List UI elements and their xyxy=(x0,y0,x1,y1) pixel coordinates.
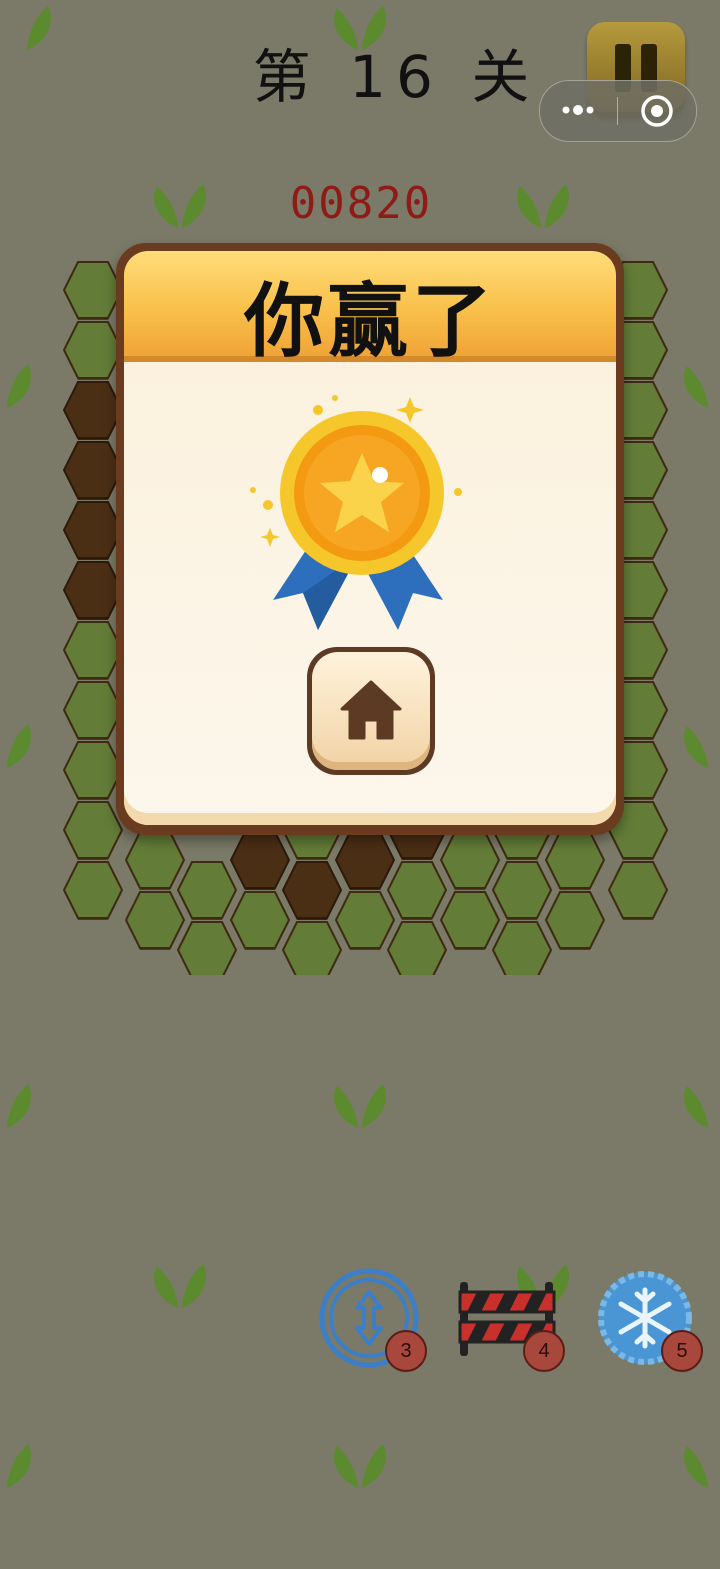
background-leaf-icon xyxy=(684,726,708,768)
background-leaf-icon xyxy=(7,1444,31,1488)
background-leaf-icon xyxy=(684,1086,708,1128)
background-leaf-icon xyxy=(684,1446,708,1488)
background-leaf-icon xyxy=(684,366,708,408)
barrier-powerup-button[interactable]: 4 xyxy=(457,1268,565,1372)
dialog-header: 你赢了 xyxy=(124,251,616,368)
background-leaf-icon xyxy=(7,724,31,768)
background-leaf-icon xyxy=(7,364,31,408)
home-icon xyxy=(340,680,402,740)
background-leaf-icon xyxy=(334,1084,386,1128)
freeze-powerup-button[interactable]: 5 xyxy=(595,1268,703,1372)
background-leaf-icon xyxy=(154,1264,206,1308)
background-leaf-icon xyxy=(7,1084,31,1128)
swap-powerup-button[interactable]: 3 xyxy=(319,1268,427,1372)
home-button-face xyxy=(312,652,430,770)
home-button[interactable] xyxy=(307,647,435,775)
powerup-count-badge: 4 xyxy=(523,1330,565,1372)
medal-icon xyxy=(250,395,462,630)
more-options-icon[interactable] xyxy=(558,95,598,125)
background-leaf-icon xyxy=(334,1444,386,1488)
mini-program-capsule xyxy=(539,80,697,142)
capsule-divider xyxy=(617,97,618,125)
powerup-count-badge: 5 xyxy=(661,1330,703,1372)
dialog-title: 你赢了 xyxy=(244,275,496,368)
score-display: 00820 xyxy=(289,178,433,229)
close-program-icon[interactable] xyxy=(640,94,674,128)
powerup-count-badge: 3 xyxy=(385,1330,427,1372)
